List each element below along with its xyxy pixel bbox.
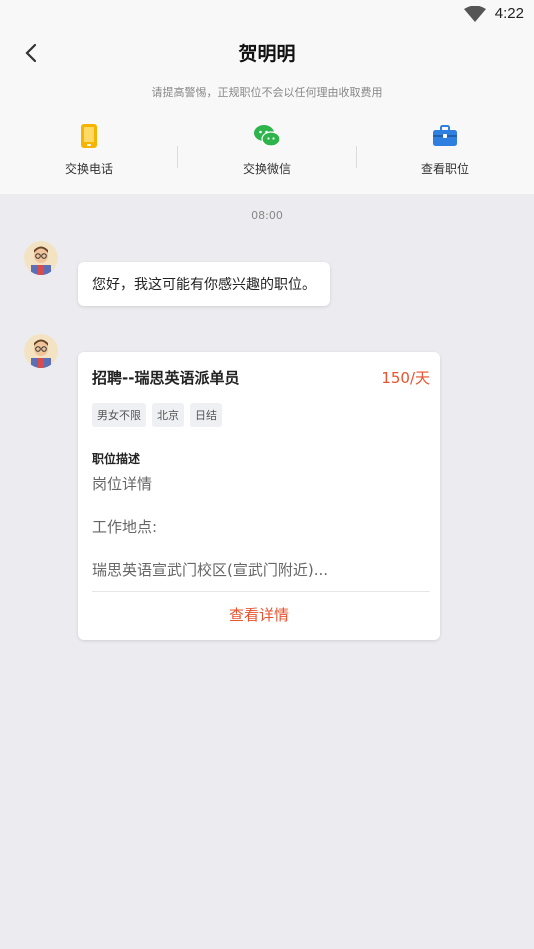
job-description-line: 岗位详情 — [92, 475, 153, 493]
job-description-line: 瑞思英语宣武门校区(宣武门附近)... — [92, 561, 329, 579]
page-title: 贺明明 — [238, 43, 296, 65]
greeting-text: 您好，我这可能有你感兴趣的职位。 — [92, 277, 316, 293]
view-job-label: 查看职位 — [420, 162, 469, 176]
recruiter-avatar[interactable] — [24, 241, 58, 275]
wifi-icon — [464, 6, 486, 22]
recruiter-avatar[interactable] — [24, 334, 58, 368]
job-description-line: 工作地点: — [92, 518, 158, 536]
job-description-heading: 职位描述 — [92, 452, 141, 466]
job-tag: 日结 — [190, 403, 222, 427]
exchange-wechat-label: 交换微信 — [242, 162, 291, 176]
job-title: 招聘--瑞思英语派单员 — [92, 369, 240, 387]
job-salary: 150/天 — [381, 369, 430, 387]
job-tags: 男女不限 北京 日结 — [92, 403, 222, 427]
job-tag: 男女不限 — [92, 403, 146, 427]
safety-warning: 请提高警惕，正规职位不会以任何理由收取费用 — [151, 86, 383, 99]
phone-icon — [75, 122, 103, 150]
briefcase-icon — [431, 122, 459, 150]
action-bar: 交换电话 交换微信 查看职位 — [0, 122, 534, 186]
action-divider — [356, 146, 357, 168]
view-details-link[interactable]: 查看详情 — [78, 604, 440, 625]
exchange-phone-button[interactable]: 交换电话 — [0, 122, 178, 186]
action-divider — [177, 146, 178, 168]
wechat-icon — [253, 122, 281, 150]
exchange-wechat-button[interactable]: 交换微信 — [178, 122, 356, 186]
exchange-phone-label: 交换电话 — [64, 162, 113, 176]
status-bar: 4:22 — [0, 0, 534, 30]
card-divider — [92, 591, 430, 592]
status-time: 4:22 — [494, 5, 524, 22]
job-card[interactable]: 招聘--瑞思英语派单员 150/天 男女不限 北京 日结 职位描述 岗位详情 工… — [78, 352, 440, 640]
greeting-message: 您好，我这可能有你感兴趣的职位。 — [78, 262, 330, 306]
job-tag: 北京 — [152, 403, 184, 427]
message-timestamp: 08:00 — [251, 209, 283, 222]
chat-header: 贺明明 请提高警惕，正规职位不会以任何理由收取费用 交换电话 交换微信 查看职位 — [0, 30, 534, 194]
view-job-button[interactable]: 查看职位 — [356, 122, 534, 186]
